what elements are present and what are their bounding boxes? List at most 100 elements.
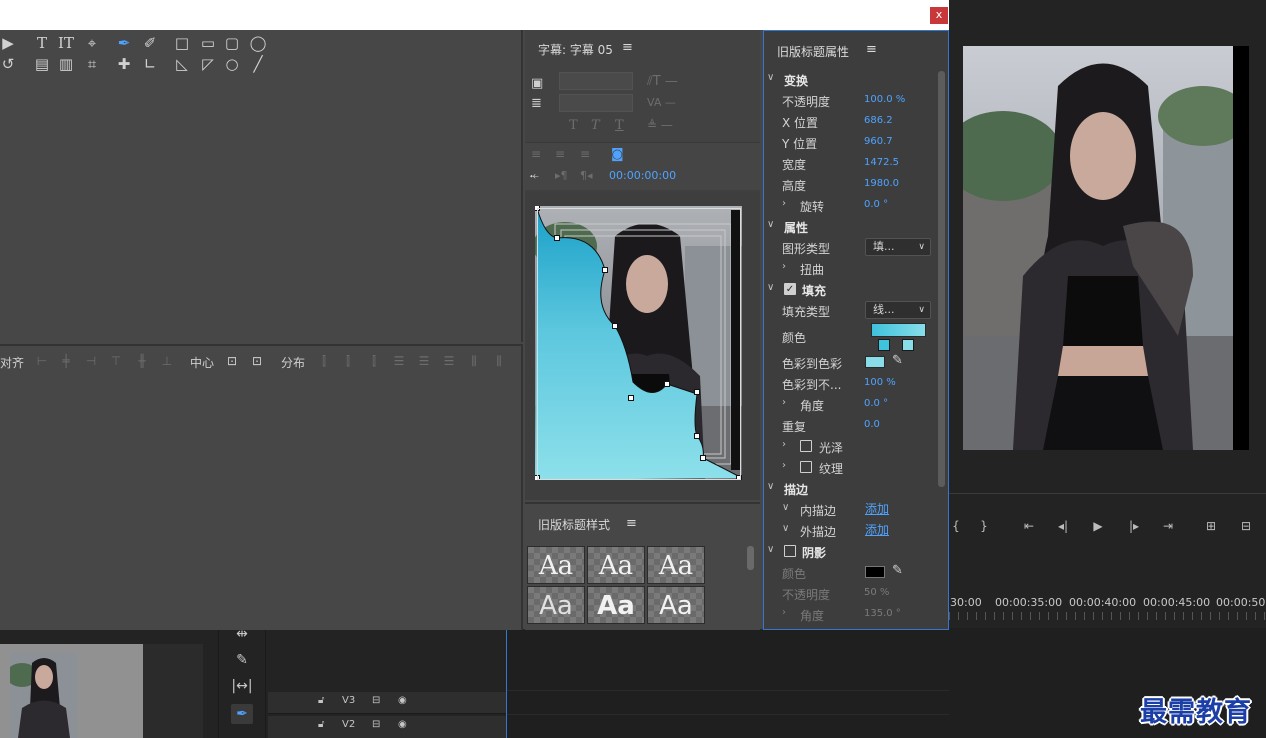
center-vertical-icon[interactable]: ⊡ (249, 353, 265, 369)
shadow-angle-row[interactable]: › 角度 135.0 ° (764, 604, 938, 625)
font-size-icon[interactable]: ⫽T — (647, 74, 678, 89)
lock-icon[interactable]: 🔓︎ (318, 695, 324, 706)
vertical-area-type-tool-icon[interactable]: ▥ (56, 55, 76, 73)
distribute-left-icon[interactable]: ⫿ (316, 353, 332, 369)
texture-row[interactable]: › 纹理 (764, 457, 938, 478)
mark-in-button[interactable]: { (947, 518, 965, 534)
distribute-right-icon[interactable]: ⫿ (366, 353, 382, 369)
leading-icon[interactable]: ≜ — (647, 118, 673, 132)
go-to-in-button[interactable]: ⇤ (1020, 518, 1038, 534)
add-anchor-tool-icon[interactable]: ✚ (114, 55, 134, 73)
style-swatch[interactable]: Aa (527, 546, 585, 584)
color-to-color-swatch[interactable] (865, 356, 885, 368)
sync-lock-icon[interactable]: ⊟ (372, 695, 380, 706)
center-horizontal-icon[interactable]: ⊡ (224, 353, 240, 369)
shadow-opacity-value[interactable]: 50 % (864, 587, 889, 598)
align-right-icon[interactable]: ⊣ (83, 353, 99, 369)
arc-tool-icon[interactable]: ◸ (198, 55, 218, 73)
shadow-angle-value[interactable]: 135.0 ° (864, 608, 901, 619)
shadow-checkbox[interactable] (784, 545, 796, 557)
align-text-center-icon[interactable]: ≡ (555, 147, 565, 161)
align-bottom-icon[interactable]: ⊥ (159, 353, 175, 369)
rotation-row[interactable]: › 旋转 0.0 ° (764, 195, 938, 216)
lock-icon[interactable]: 🔓︎ (318, 719, 324, 730)
kerning-icon[interactable]: VA — (647, 96, 676, 109)
section-attributes[interactable]: ∨ 属性 (764, 216, 938, 237)
styles-scrollbar[interactable] (747, 546, 754, 570)
align-center-h-icon[interactable]: ╪ (58, 353, 74, 369)
line-tool-icon[interactable]: ╱ (248, 55, 268, 73)
gradient-stop-start[interactable] (878, 339, 890, 351)
background-timecode[interactable]: 00:00:00:00 (609, 169, 676, 182)
eyedropper-icon[interactable]: ✎ (892, 353, 903, 368)
add-outer-stroke-link[interactable]: 添加 (865, 521, 889, 538)
bold-icon[interactable]: T (569, 118, 578, 133)
underline-icon[interactable]: T (615, 118, 624, 133)
timeline-track-area[interactable] (506, 628, 950, 738)
tab-left-icon[interactable]: ▸¶ (555, 169, 568, 182)
y-position-value[interactable]: 960.7 (864, 136, 893, 147)
extract-button[interactable]: ⊟ (1237, 518, 1255, 534)
fill-type-dropdown[interactable]: 线... ∨ (865, 301, 931, 319)
distribute-v-icon[interactable]: ⫼ (491, 353, 507, 369)
slip-icon[interactable]: |↔| (231, 676, 253, 696)
rounded-rect-tool-icon[interactable]: ▭ (198, 34, 218, 52)
gradient-ramp[interactable] (871, 323, 926, 337)
distort-row[interactable]: › 扭曲 (764, 258, 938, 279)
style-swatch[interactable]: Aa (647, 586, 705, 624)
section-shadow[interactable]: ∨ 阴影 (764, 541, 938, 562)
go-to-out-button[interactable]: ⇥ (1159, 518, 1177, 534)
angle-value[interactable]: 0.0 ° (864, 398, 888, 409)
rotation-value[interactable]: 0.0 ° (864, 199, 888, 210)
vertical-type-tool-icon[interactable]: IT (56, 34, 76, 52)
type-tool-icon[interactable]: T (32, 34, 52, 52)
align-top-icon[interactable]: ⊤ (108, 353, 124, 369)
distribute-bottom-icon[interactable]: ⫼ (466, 353, 482, 369)
style-swatch[interactable]: Aa (647, 546, 705, 584)
rotation-tool-icon[interactable]: ↺ (0, 55, 18, 73)
distribute-middle-icon[interactable]: ☰ (441, 353, 457, 369)
clipped-rect-tool-icon[interactable]: ▢ (222, 34, 242, 52)
sheen-row[interactable]: › 光泽 (764, 436, 938, 457)
eyedropper-icon[interactable]: ✎ (892, 563, 903, 578)
gradient-stop-end[interactable] (902, 339, 914, 351)
distribute-center-icon[interactable]: ⫿ (340, 353, 356, 369)
align-middle-icon[interactable]: ╫ (134, 353, 150, 369)
distribute-top-icon[interactable]: ☰ (416, 353, 432, 369)
align-text-left-icon[interactable]: ≡ (531, 147, 541, 161)
add-inner-stroke-link[interactable]: 添加 (865, 500, 889, 517)
properties-scrollbar[interactable] (938, 71, 945, 487)
dialog-titlebar[interactable] (0, 0, 949, 30)
step-forward-button[interactable]: |▸ (1125, 518, 1143, 534)
style-swatch[interactable]: Aa (587, 546, 645, 584)
texture-checkbox[interactable] (800, 461, 812, 473)
path-type-tool-icon[interactable]: ⌖ (82, 34, 102, 52)
repeat-value[interactable]: 0.0 (864, 419, 880, 430)
program-scrub-ruler[interactable] (949, 480, 1266, 494)
tab-right-icon[interactable]: ¶◂ (580, 169, 593, 182)
new-title-icon[interactable]: ▣ (531, 76, 543, 91)
selection-tool-icon[interactable]: ▶ (0, 34, 18, 52)
convert-anchor-tool-icon[interactable]: ∟ (140, 55, 160, 73)
outer-stroke-row[interactable]: ∨ 外描边 添加 (764, 520, 938, 541)
graphic-type-dropdown[interactable]: 填... ∨ (865, 238, 931, 256)
align-left-icon[interactable]: ⊢ (34, 353, 50, 369)
sync-lock-icon[interactable]: ⊟ (372, 719, 380, 730)
height-value[interactable]: 1980.0 (864, 178, 899, 189)
style-swatch[interactable]: Aa (587, 586, 645, 624)
shadow-color-swatch[interactable] (865, 566, 885, 578)
x-position-value[interactable]: 686.2 (864, 115, 893, 126)
eye-icon[interactable]: ◉ (398, 695, 407, 706)
color-to-opacity-value[interactable]: 100 % (864, 377, 896, 388)
inner-stroke-row[interactable]: ∨ 内描边 添加 (764, 499, 938, 520)
play-button[interactable]: ▶ (1089, 518, 1107, 534)
roll-crawl-icon[interactable]: ≣ (531, 96, 542, 111)
delete-anchor-tool-icon[interactable]: ✐ (140, 34, 160, 52)
show-background-video-icon[interactable]: ◙ (611, 147, 624, 162)
mark-out-button[interactable]: } (975, 518, 993, 534)
opacity-value[interactable]: 100.0 % (864, 94, 905, 105)
eye-icon[interactable]: ◉ (398, 719, 407, 730)
section-transform[interactable]: ∨ 变换 (764, 69, 938, 90)
razor-icon[interactable]: ✎ (231, 650, 253, 670)
angle-row[interactable]: › 角度 0.0 ° (764, 394, 938, 415)
